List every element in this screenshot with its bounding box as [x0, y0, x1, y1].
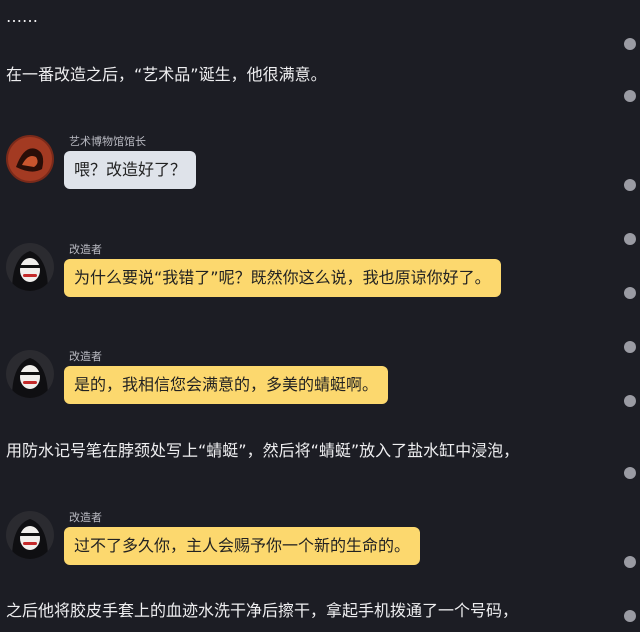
scroll-dot[interactable] [624, 556, 636, 568]
message-bubble: 为什么要说“我错了”呢？既然你这么说，我也原谅你好了。 [64, 259, 501, 297]
narration-line: 之后他将胶皮手套上的血迹水洗干净后擦干，拿起手机拨通了一个号码， [6, 601, 519, 620]
sender-name: 改造者 [69, 350, 102, 363]
scroll-dot[interactable] [624, 467, 636, 479]
scroll-dot[interactable] [624, 90, 636, 102]
hooded-figure-avatar[interactable] [6, 243, 54, 291]
narration-line: 用防水记号笔在脖颈处写上“蜻蜓”，然后将“蜻蜓”放入了盐水缸中浸泡， [6, 441, 520, 460]
narration-line: 在一番改造之后，“艺术品”诞生，他很满意。 [6, 65, 327, 84]
sender-name: 改造者 [69, 511, 102, 524]
message-bubble: 喂？改造好了？ [64, 151, 197, 189]
scroll-dot[interactable] [624, 395, 636, 407]
message-bubble: 是的，我相信您会满意的，多美的蜻蜓啊。 [64, 366, 389, 404]
hooded-figure-avatar[interactable] [6, 511, 54, 559]
scroll-dot[interactable] [624, 38, 636, 50]
scroll-indicator[interactable] [620, 0, 640, 632]
scroll-dot[interactable] [624, 179, 636, 191]
scroll-dot[interactable] [624, 341, 636, 353]
narration-ellipsis: …… [6, 7, 38, 26]
message-bubble: 过不了多久你，主人会赐予你一个新的生命的。 [64, 527, 421, 565]
sender-name: 艺术博物馆馆长 [69, 135, 146, 148]
scroll-dot[interactable] [624, 233, 636, 245]
sender-name: 改造者 [69, 243, 102, 256]
scroll-dot[interactable] [624, 610, 636, 622]
scroll-dot[interactable] [624, 287, 636, 299]
hooded-figure-avatar[interactable] [6, 350, 54, 398]
museum-curator-avatar[interactable] [6, 135, 54, 183]
